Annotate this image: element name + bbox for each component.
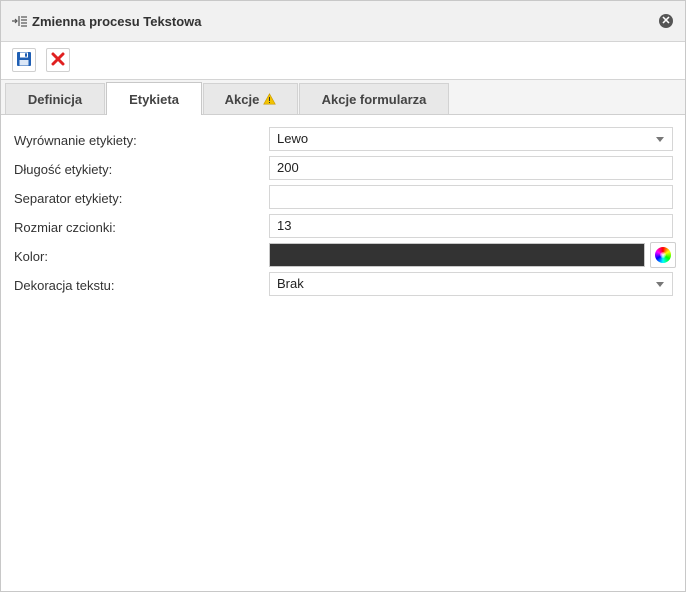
tab-akcje[interactable]: Akcje: [203, 83, 298, 114]
row-text-decoration: Dekoracja tekstu: Brak: [13, 270, 675, 299]
label-alignment-label: Wyrównanie etykiety:: [14, 133, 137, 148]
save-icon: [16, 51, 32, 70]
label-separator-label: Separator etykiety:: [14, 191, 123, 206]
warning-icon: [263, 93, 277, 105]
row-font-size: Rozmiar czcionki: 13: [13, 212, 675, 241]
label-alignment-value: Lewo: [277, 131, 309, 146]
text-decoration-select[interactable]: Brak: [269, 272, 673, 296]
font-size-label: Rozmiar czcionki:: [14, 220, 116, 235]
row-label-length: Długość etykiety: 200: [13, 154, 675, 183]
color-picker-button[interactable]: [650, 242, 676, 268]
row-label-alignment: Wyrównanie etykiety: Lewo: [13, 125, 675, 154]
toolbar: [1, 42, 685, 80]
dialog-title: Zmienna procesu Tekstowa: [32, 13, 202, 29]
row-label-separator: Separator etykiety:: [13, 183, 675, 212]
delete-icon: [51, 52, 65, 69]
text-decoration-label: Dekoracja tekstu:: [14, 278, 115, 293]
font-size-input[interactable]: 13: [269, 214, 673, 238]
dialog-window: Zmienna procesu Tekstowa ✕ Definicja Ety…: [0, 0, 686, 592]
save-button[interactable]: [12, 48, 36, 72]
color-label: Kolor:: [14, 249, 48, 264]
text-decoration-value: Brak: [277, 276, 304, 291]
chevron-down-icon: [656, 137, 664, 142]
label-length-input[interactable]: 200: [269, 156, 673, 180]
label-length-label: Długość etykiety:: [14, 162, 113, 177]
tab-bar: Definicja Etykieta Akcje Akcje formularz…: [1, 80, 685, 115]
row-color: Kolor:: [13, 241, 676, 270]
label-alignment-select[interactable]: Lewo: [269, 127, 673, 151]
cancel-button[interactable]: [46, 48, 70, 72]
tab-definicja[interactable]: Definicja: [5, 83, 105, 114]
dialog-titlebar: Zmienna procesu Tekstowa ✕: [1, 1, 685, 42]
tab-label: Akcje: [224, 91, 260, 107]
tab-label: Etykieta: [129, 91, 179, 107]
color-swatch[interactable]: [269, 243, 645, 267]
close-icon[interactable]: ✕: [659, 14, 673, 28]
tab-label: Definicja: [27, 91, 83, 107]
variable-list-icon: [11, 14, 29, 28]
color-wheel-icon: [655, 247, 671, 263]
label-separator-input[interactable]: [269, 185, 673, 209]
tab-akcje-formularza[interactable]: Akcje formularza: [299, 83, 449, 114]
label-settings-form: Wyrównanie etykiety: Lewo Długość etykie…: [13, 125, 676, 299]
chevron-down-icon: [656, 282, 664, 287]
tab-label: Akcje formularza: [321, 91, 427, 107]
tab-etykieta[interactable]: Etykieta: [106, 82, 202, 115]
